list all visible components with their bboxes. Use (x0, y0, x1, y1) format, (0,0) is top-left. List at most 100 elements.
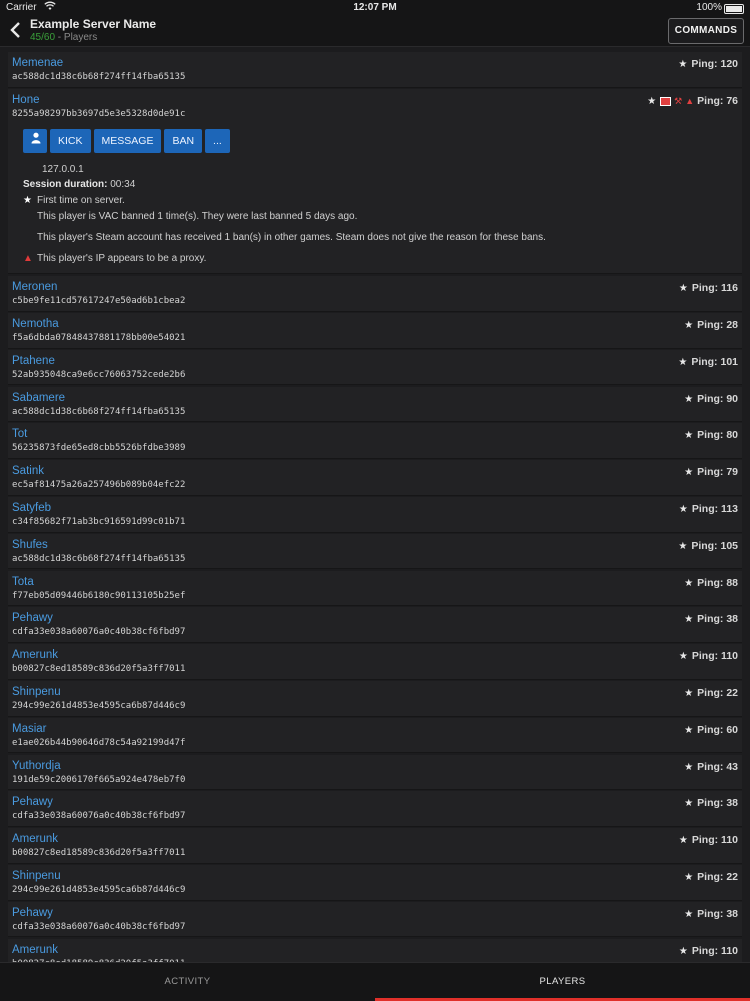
player-guid: f5a6dbda07848437881178bb00e54021 (12, 333, 186, 344)
player-guid: ac588dc1d38c6b68f274ff14fba65135 (12, 72, 186, 82)
player-name[interactable]: Hone (12, 94, 40, 106)
player-name[interactable]: Sabamere (12, 392, 65, 404)
player-ping: ★ Ping: 28 (684, 319, 738, 331)
player-name[interactable]: Tot (12, 428, 27, 440)
player-ping: ★ Ping: 110 (679, 650, 738, 662)
profile-button[interactable] (23, 129, 47, 154)
ping-value: Ping: 60 (697, 723, 738, 736)
player-row[interactable]: Tot 56235873fde65ed8cbb5526bfdbe3989 ★ Ping… (8, 423, 742, 459)
player-name[interactable]: Pehawy (12, 612, 53, 624)
ping-value: Ping: 43 (697, 760, 738, 773)
star-icon: ★ (684, 761, 694, 773)
players-suffix: - Players (55, 32, 98, 43)
star-icon: ★ (684, 393, 694, 405)
player-guid: cdfa33e038a60076a0c40b38cf6fbd97 (12, 921, 186, 932)
player-ping: ★ Ping: 116 (679, 282, 738, 294)
tab-activity[interactable]: ACTIVITY (0, 963, 375, 1001)
player-ping: ★ Ping: 110 (679, 834, 738, 846)
ping-value: Ping: 22 (697, 871, 738, 884)
player-ping: ★ Ping: 38 (684, 908, 738, 920)
player-list: Memenae ac588dc1d38c6b68f274ff14fba65135… (8, 52, 742, 975)
player-row[interactable]: Sabamere ac588dc1d38c6b68f274ff14fba65135… (8, 386, 742, 423)
player-row[interactable]: Shinpenu 294c99e261d4853e4595ca6b87d446c9… (8, 681, 742, 717)
player-ping: ★ Ping: 105 (678, 540, 738, 552)
ban-button[interactable]: BAN (164, 129, 203, 154)
player-guid: b00827c8ed18589c836d20f5a3ff7011 (12, 664, 186, 675)
player-name[interactable]: Nemotha (12, 318, 59, 330)
player-row[interactable]: Shufes ac588dc1d38c6b68f274ff14fba65135 ★ P… (8, 533, 742, 570)
player-name[interactable]: Yuthordja (12, 760, 61, 772)
player-row[interactable]: Masiar e1ae026b44b90646d78c54a92199d47f ★ P… (8, 717, 742, 754)
player-name[interactable]: Tota (12, 576, 34, 588)
player-row[interactable]: Tota f77eb05d09446b6180c90113105b25ef ★ Pin… (8, 570, 742, 607)
player-row[interactable]: Memenae ac588dc1d38c6b68f274ff14fba65135… (8, 52, 742, 88)
star-icon: ★ (647, 95, 657, 107)
player-row[interactable]: Amerunk b00827c8ed18589c836d20f5a3ff7011 ★… (8, 644, 742, 680)
player-guid: ac588dc1d38c6b68f274ff14fba65135 (12, 553, 186, 564)
player-row[interactable]: Pehawy cdfa33e038a60076a0c40b38cf6fbd97 ★ P… (8, 901, 742, 938)
vac-ban-note: This player is VAC banned 1 time(s). The… (23, 211, 357, 222)
player-row[interactable]: Nemotha f5a6dbda07848437881178bb00e54021 ★… (8, 313, 742, 349)
player-guid: c34f85682f71ab3bc916591d99c01b71 (12, 517, 186, 528)
star-icon: ★ (684, 724, 694, 736)
player-name[interactable]: Pehawy (12, 796, 53, 808)
first-time-note: ★ First time on server. (23, 195, 125, 206)
message-button[interactable]: MESSAGE (93, 129, 162, 154)
player-row[interactable]: Pehawy cdfa33e038a60076a0c40b38cf6fbd97 ★ P… (8, 791, 742, 827)
player-guid: 294c99e261d4853e4595ca6b87d446c9 (12, 701, 186, 712)
player-row[interactable]: Ptahene 52ab935048ca9e6cc76063752cede2b6 ★… (8, 349, 742, 386)
player-ping: ★ Ping: 79 (684, 466, 738, 478)
clock: 12:07 PM (353, 2, 397, 13)
player-name[interactable]: Amerunk (12, 649, 58, 661)
tab-activity-label: ACTIVITY (164, 976, 211, 987)
player-row[interactable]: Satyfeb c34f85682f71ab3bc916591d99c01b71 ★… (8, 497, 742, 533)
player-ping: ★ Ping: 43 (684, 761, 738, 773)
player-row[interactable]: Meronen c5be9fe11cd57617247e50ad6b1cbea2 ★… (8, 276, 742, 312)
player-guid: c5be9fe11cd57617247e50ad6b1cbea2 (12, 296, 186, 307)
player-row[interactable]: Pehawy cdfa33e038a60076a0c40b38cf6fbd97 ★ P… (8, 607, 742, 643)
player-row-selected[interactable]: Hone 8255a98297bb3697d5e3e5328d0de91c ★ ⚒… (8, 88, 742, 124)
ping-value: Ping: 110 (691, 944, 738, 957)
player-name[interactable]: Shufes (12, 539, 48, 551)
ban-flag-icon (660, 96, 672, 106)
player-guid: ac588dc1d38c6b68f274ff14fba65135 (12, 406, 186, 417)
back-chevron-icon[interactable] (6, 20, 24, 42)
star-icon: ★ (678, 540, 688, 552)
tab-players[interactable]: PLAYERS (375, 963, 750, 1001)
star-icon: ★ (684, 798, 694, 810)
player-guid: 56235873fde65ed8cbb5526bfdbe3989 (12, 443, 186, 454)
player-name[interactable]: Masiar (12, 723, 47, 735)
player-row[interactable]: Satink ec5af81475a26a257496b089b04efc22 ★ P… (8, 460, 742, 496)
player-ping: ★ Ping: 88 (684, 577, 738, 589)
player-guid: e1ae026b44b90646d78c54a92199d47f (12, 737, 186, 748)
player-name[interactable]: Meronen (12, 281, 57, 293)
player-name[interactable]: Satink (12, 465, 44, 477)
player-guid: f77eb05d09446b6180c90113105b25ef (12, 590, 186, 601)
commands-button[interactable]: COMMANDS (668, 18, 744, 44)
player-name[interactable]: Pehawy (12, 907, 53, 919)
player-name[interactable]: Shinpenu (12, 870, 61, 882)
player-name[interactable]: Memenae (12, 57, 63, 69)
status-bar: Carrier 12:07 PM 100% (0, 0, 750, 16)
ping-value: Ping: 80 (697, 429, 738, 442)
player-name[interactable]: Ptahene (12, 355, 55, 367)
player-name[interactable]: Amerunk (12, 833, 58, 845)
player-row[interactable]: Amerunk b00827c8ed18589c836d20f5a3ff7011 ★… (8, 828, 742, 864)
player-row[interactable]: Yuthordja 191de59c2006170f665a924e478eb7f… (8, 754, 742, 791)
star-icon: ★ (684, 614, 694, 626)
player-name[interactable]: Amerunk (12, 944, 58, 956)
ping-value: Ping: 28 (697, 319, 738, 332)
player-ping: ★ Ping: 38 (684, 797, 738, 809)
player-name[interactable]: Shinpenu (12, 686, 61, 698)
ping-value: Ping: 76 (697, 94, 738, 107)
kick-button[interactable]: KICK (50, 129, 91, 154)
player-name[interactable]: Satyfeb (12, 502, 51, 514)
more-button[interactable]: ... (205, 129, 230, 154)
player-guid: cdfa33e038a60076a0c40b38cf6fbd97 (12, 811, 186, 822)
player-row[interactable]: Shinpenu 294c99e261d4853e4595ca6b87d446c9… (8, 865, 742, 901)
ping-value: Ping: 113 (691, 503, 738, 516)
player-ip: 127.0.0.1 (42, 164, 84, 176)
star-icon: ★ (684, 872, 694, 884)
star-icon: ★ (23, 195, 32, 207)
first-time-text: First time on server. (37, 195, 125, 207)
